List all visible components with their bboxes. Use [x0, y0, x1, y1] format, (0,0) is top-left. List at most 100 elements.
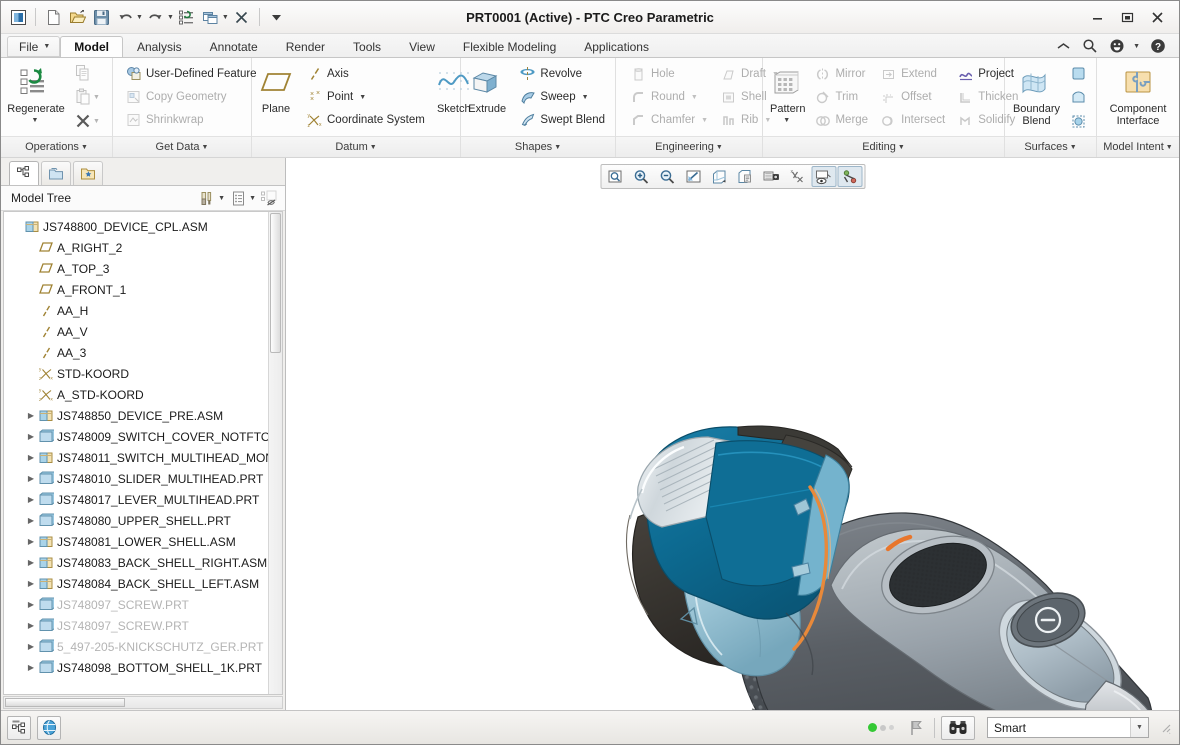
folder-browser-tab[interactable] [41, 161, 71, 185]
ribbon-group-model-intent-label[interactable]: Model Intent ▼ [1097, 136, 1179, 157]
model-tree-vertical-thumb[interactable] [270, 213, 281, 353]
selection-filter-caret-icon[interactable]: ▼ [1130, 718, 1148, 737]
sweep-button[interactable]: Sweep ▼ [513, 86, 611, 108]
expand-arrow-icon[interactable]: ▶ [24, 600, 38, 609]
saved-orientations-icon[interactable] [707, 166, 732, 187]
model-tree-row[interactable]: A_TOP_3 [4, 258, 268, 279]
plane-button[interactable]: Plane [256, 61, 296, 133]
fill-surface-icon[interactable] [1066, 62, 1090, 84]
window-switch-icon[interactable] [200, 6, 222, 28]
datum-display-icon[interactable]: x [785, 166, 810, 187]
flag-icon[interactable] [904, 716, 928, 740]
merge-button[interactable]: Merge [808, 109, 874, 131]
revolve-button[interactable]: Revolve [513, 63, 611, 85]
component-interface-button[interactable]: Component Interface [1101, 61, 1175, 133]
model-tree[interactable]: JS748800_DEVICE_CPL.ASM A_RIGHT_2 A_TOP_3 A… [4, 212, 268, 694]
point-button[interactable]: × × × Point ▼ [300, 86, 431, 108]
model-tree-row[interactable]: ▶ JS748081_LOWER_SHELL.ASM [4, 531, 268, 552]
boundary-blend-button[interactable]: Boundary Blend [1009, 61, 1064, 133]
style-surface-icon[interactable] [1066, 86, 1090, 108]
model-tree-row[interactable]: ▶ JS748080_UPPER_SHELL.PRT [4, 510, 268, 531]
expand-arrow-icon[interactable]: ▶ [24, 495, 38, 504]
find-icon[interactable] [941, 715, 975, 740]
swept-blend-button[interactable]: Swept Blend [513, 109, 611, 131]
ribbon-group-shapes-label[interactable]: Shapes ▼ [461, 136, 615, 157]
creo-window-icon[interactable] [7, 6, 29, 28]
model-tree-toggle-icon[interactable] [7, 715, 31, 740]
intersect-button[interactable]: Intersect [874, 109, 951, 131]
model-tree-row[interactable]: ▶ 5_497-205-KNICKSCHUTZ_GER.PRT [4, 636, 268, 657]
tab-annotate[interactable]: Annotate [196, 36, 272, 57]
graphics-viewport[interactable]: x [286, 158, 1179, 710]
expand-arrow-icon[interactable]: ▶ [24, 537, 38, 546]
spin-center-icon[interactable] [837, 166, 862, 187]
model-tree-row[interactable]: ▶ JS748850_DEVICE_PRE.ASM [4, 405, 268, 426]
expand-arrow-icon[interactable]: ▶ [24, 642, 38, 651]
hole-button[interactable]: Hole [624, 63, 714, 85]
copy-icon[interactable] [71, 62, 95, 84]
paste-dropdown-caret-icon[interactable]: ▼ [93, 94, 100, 101]
appearance-gallery-icon[interactable] [759, 166, 784, 187]
undo-dropdown-caret[interactable]: ▼ [136, 14, 143, 21]
display-list-caret-icon[interactable]: ▼ [249, 195, 256, 202]
model-tree-horizontal-thumb[interactable] [5, 698, 125, 707]
resize-grip-icon[interactable] [1159, 721, 1173, 735]
sweep-dropdown-caret-icon[interactable]: ▼ [582, 94, 589, 101]
model-tree-row[interactable]: ▶ JS748097_SCREW.PRT [4, 594, 268, 615]
tab-flexible-modeling[interactable]: Flexible Modeling [449, 36, 570, 57]
expand-arrow-icon[interactable]: ▶ [24, 474, 38, 483]
model-tree-row[interactable]: AA_3 [4, 342, 268, 363]
model-tree-row[interactable]: A_RIGHT_2 [4, 237, 268, 258]
model-tree-horizontal-scrollbar[interactable] [3, 696, 283, 709]
new-icon[interactable] [42, 6, 64, 28]
ribbon-group-surfaces-label[interactable]: Surfaces ▼ [1005, 136, 1096, 157]
pattern-dropdown-caret-icon[interactable]: ▼ [783, 115, 790, 127]
tab-tools[interactable]: Tools [339, 36, 395, 57]
chamfer-button[interactable]: Chamfer ▼ [624, 109, 714, 131]
search-icon[interactable] [1081, 37, 1099, 55]
undo-icon[interactable] [114, 6, 136, 28]
ribbon-group-get-data-label[interactable]: Get Data ▼ [113, 136, 251, 157]
ribbon-group-engineering-label[interactable]: Engineering ▼ [616, 136, 762, 157]
offset-button[interactable]: Offset [874, 86, 951, 108]
model-tree-row[interactable]: AA_H [4, 300, 268, 321]
view-manager-icon[interactable] [733, 166, 758, 187]
ribbon-group-operations-label[interactable]: Operations ▼ [1, 136, 112, 157]
expand-arrow-icon[interactable]: ▶ [24, 558, 38, 567]
save-icon[interactable] [90, 6, 112, 28]
display-list-icon[interactable] [228, 188, 248, 208]
model-tree-row[interactable]: y z x STD-KOORD [4, 363, 268, 384]
user-defined-feature-button[interactable]: User-Defined Feature [119, 63, 263, 85]
model-tree-row[interactable]: ▶ JS748017_LEVER_MULTIHEAD.PRT [4, 489, 268, 510]
regenerate-dropdown-caret-icon[interactable]: ▼ [32, 115, 39, 127]
help-icon[interactable]: ? [1149, 37, 1167, 55]
cad-model-electric-shaver[interactable] [286, 193, 1179, 710]
model-tree-row[interactable]: ▶ JS748097_SCREW.PRT [4, 615, 268, 636]
model-tree-row[interactable]: A_FRONT_1 [4, 279, 268, 300]
expand-arrow-icon[interactable]: ▶ [24, 516, 38, 525]
favorites-tab[interactable] [73, 161, 103, 185]
model-tree-row[interactable]: y z x A_STD-KOORD [4, 384, 268, 405]
expand-arrow-icon[interactable]: ▶ [24, 453, 38, 462]
extrude-button[interactable]: Extrude [465, 61, 509, 133]
refit-icon[interactable] [681, 166, 706, 187]
model-tree-row[interactable]: ▶ JS748011_SWITCH_MULTIHEAD_MONT. [4, 447, 268, 468]
expand-arrow-icon[interactable]: ▶ [24, 432, 38, 441]
ribbon-group-datum-label[interactable]: Datum ▼ [252, 136, 460, 157]
delete-dropdown-caret-icon[interactable]: ▼ [93, 118, 100, 125]
regenerate-icon[interactable] [176, 6, 198, 28]
model-tree-row[interactable]: ▶ JS748010_SLIDER_MULTIHEAD.PRT [4, 468, 268, 489]
tab-applications[interactable]: Applications [570, 36, 663, 57]
collapse-ribbon-icon[interactable] [1054, 37, 1072, 55]
trim-button[interactable]: Trim [808, 86, 874, 108]
selection-filter-select[interactable]: Smart ▼ [987, 717, 1149, 738]
copy-geometry-button[interactable]: Copy Geometry [119, 86, 263, 108]
tab-render[interactable]: Render [272, 36, 339, 57]
restore-button[interactable] [1117, 8, 1137, 26]
extend-button[interactable]: Extend [874, 63, 951, 85]
mirror-button[interactable]: Mirror [808, 63, 874, 85]
tab-model[interactable]: Model [60, 36, 123, 57]
round-dropdown-caret-icon[interactable]: ▼ [691, 94, 698, 101]
zoom-out-icon[interactable] [655, 166, 680, 187]
close-button[interactable] [1147, 8, 1167, 26]
